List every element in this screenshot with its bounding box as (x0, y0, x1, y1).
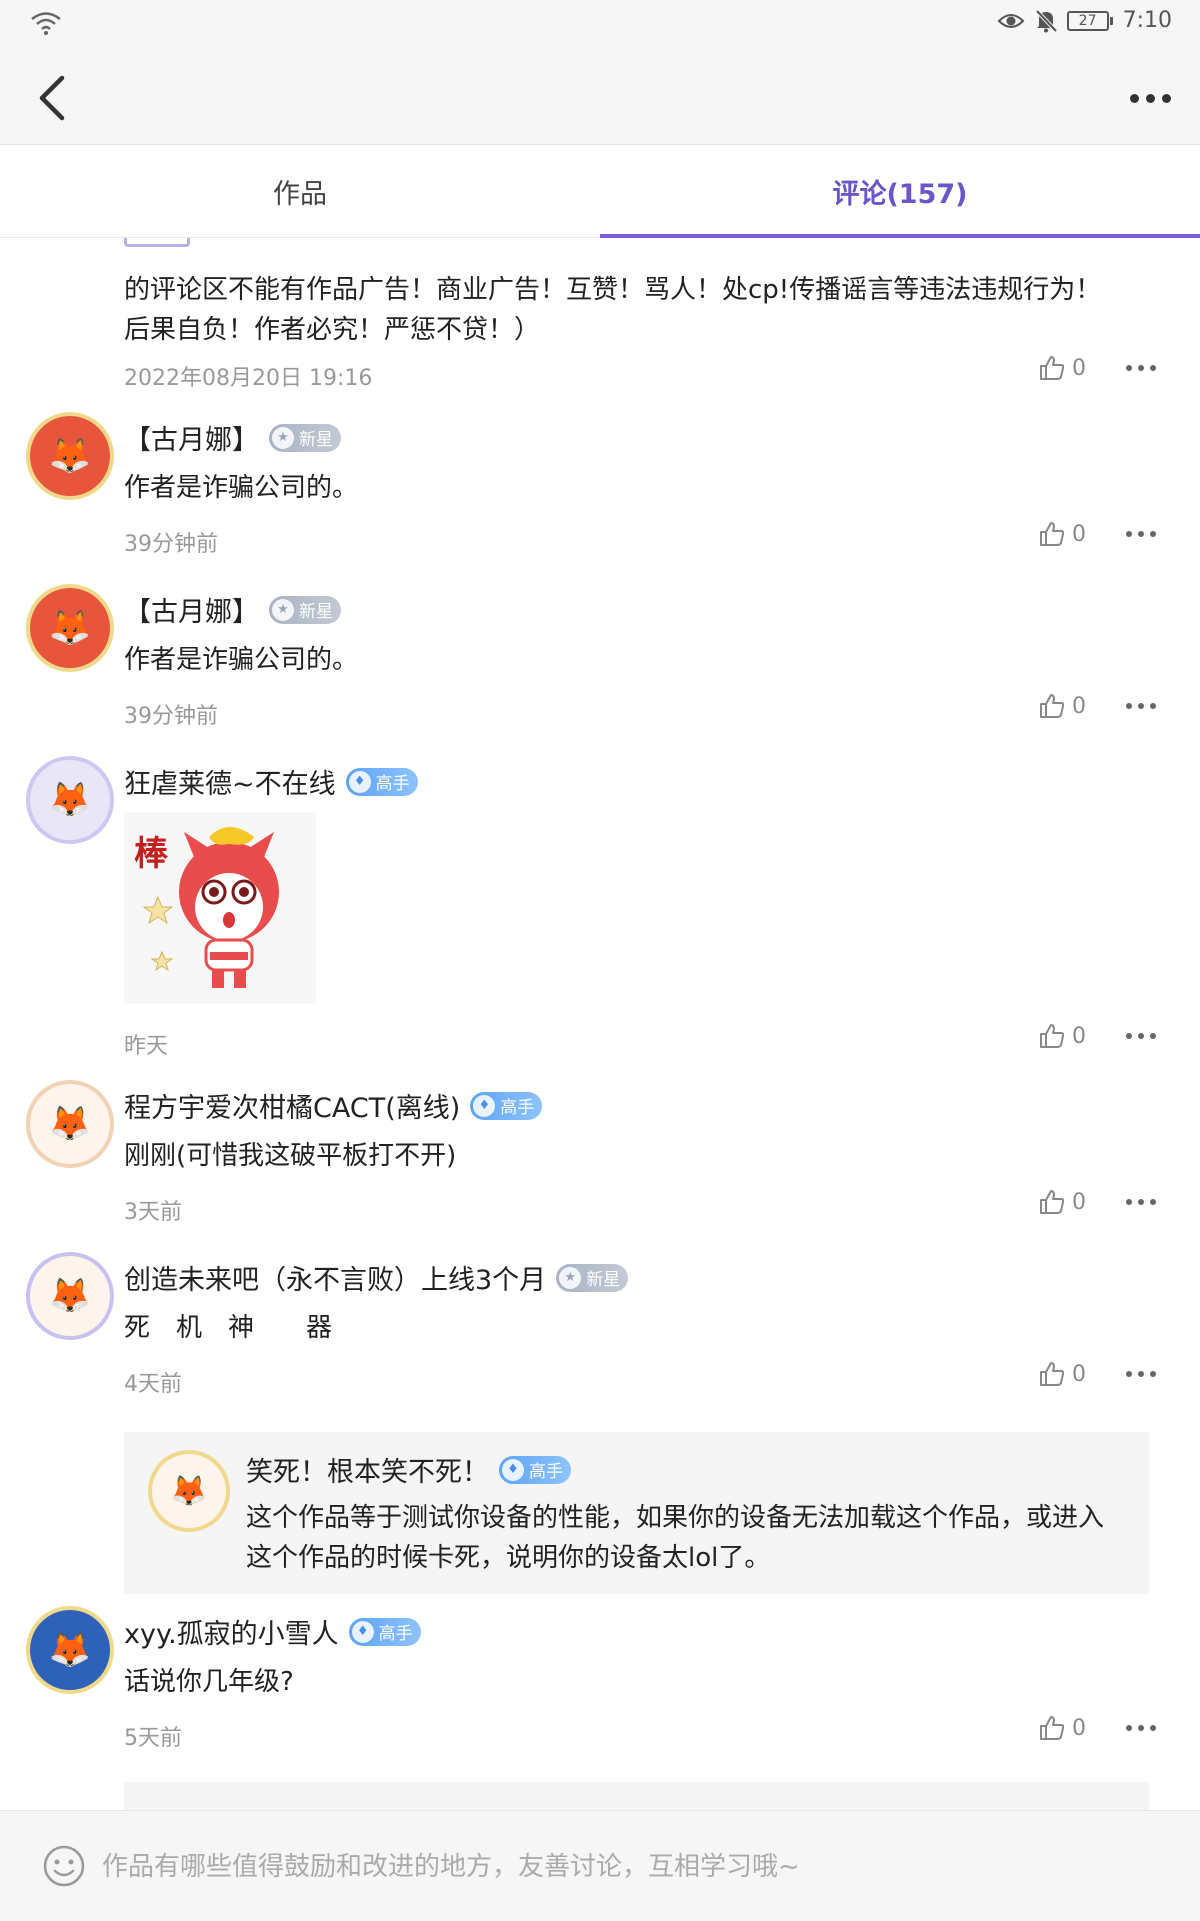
comment-more-button[interactable] (1126, 1365, 1156, 1383)
comment-time: 5天前 (124, 1726, 182, 1751)
username[interactable]: xyy.孤寂的小雪人 (124, 1612, 339, 1651)
thumbs-up-icon (1040, 1190, 1065, 1214)
like-button[interactable]: 0 (1038, 354, 1086, 382)
comment-time: 昨天 (124, 1034, 169, 1059)
sticker-image[interactable]: 棒 (124, 812, 316, 1004)
level-badge: ★ 新星 (269, 595, 341, 624)
comment-list[interactable]: 的评论区不能有作品广告！商业广告！互赞！骂人！处cp!传播谣言等违法违规行为！后… (0, 238, 1200, 1810)
reply-box[interactable]: 🦊 笑死！根本笑不死！ ♦ 高手 这个作品等于测试你设备的性能，如果你的设备无法加… (124, 1432, 1149, 1594)
comment-text: 作者是诈骗公司的。 (124, 473, 359, 503)
comment-time: 39分钟前 (124, 704, 218, 729)
avatar[interactable]: 🦊 (30, 1256, 114, 1340)
like-button[interactable]: 0 (1038, 692, 1086, 720)
reply-text: 这个作品等于测试你设备的性能，如果你的设备无法加载这个作品，或进入这个作品的时候… (246, 1503, 1105, 1573)
comment-item: 🦊 程方宇爱次柑橘CACT(离线) ♦ 高手 刚刚(可惜我这破平板打不开) 3天前… (0, 1084, 1200, 1234)
avatar[interactable]: 🦊 (30, 760, 114, 844)
eye-icon (997, 13, 1025, 28)
level-badge: ♦ 高手 (345, 767, 418, 796)
like-button[interactable]: 0 (1038, 1188, 1086, 1216)
tab-works[interactable]: 作品 (0, 145, 600, 237)
username[interactable]: 狂虐莱德~不在线 (124, 762, 336, 801)
comment-text: 刚刚(可惜我这破平板打不开) (124, 1141, 457, 1171)
level-badge: ♦ 高手 (348, 1617, 421, 1646)
title-bar (0, 50, 1200, 145)
avatar[interactable]: 🦊 (30, 1610, 114, 1694)
comment-more-button[interactable] (1126, 359, 1156, 377)
comment-more-button[interactable] (1126, 525, 1156, 543)
more-icon[interactable] (1120, 80, 1180, 116)
reply-box[interactable] (124, 1782, 1149, 1810)
avatar[interactable]: 🦊 (30, 1084, 114, 1168)
comment-more-button[interactable] (1126, 1719, 1156, 1737)
comment-more-button[interactable] (1126, 697, 1156, 715)
comment-item: 🦊 【古月娜】 ★ 新星 作者是诈骗公司的。 39分钟前 0 (0, 588, 1200, 738)
like-button[interactable]: 0 (1038, 1360, 1086, 1388)
back-arrow-icon[interactable] (28, 70, 78, 126)
reply-username[interactable]: 笑死！根本笑不死！ (246, 1450, 489, 1489)
thumbs-up-icon (1040, 522, 1065, 546)
comment-item: 🦊 【古月娜】 ★ 新星 作者是诈骗公司的。 39分钟前 0 (0, 416, 1200, 566)
mute-bell-icon (1035, 9, 1057, 32)
tab-comments[interactable]: 评论(157) (600, 145, 1200, 238)
comment-text: 作者是诈骗公司的。 (124, 645, 359, 675)
comment-time: 2022年08月20日 19:16 (124, 366, 373, 391)
status-bar: 27 7:10 (0, 0, 1200, 50)
like-button[interactable]: 0 (1038, 1714, 1086, 1742)
comment-text: 的评论区不能有作品广告！商业广告！互赞！骂人！处cp!传播谣言等违法违规行为！后… (124, 275, 1102, 345)
like-button[interactable]: 0 (1038, 520, 1086, 548)
comment-item: 🦊 xyy.孤寂的小雪人 ♦ 高手 话说你几年级? 5天前 0 (0, 1610, 1200, 1760)
like-count: 0 (1072, 355, 1086, 381)
level-badge: ★ 新星 (556, 1263, 629, 1292)
comment-item: 的评论区不能有作品广告！商业广告！互赞！骂人！处cp!传播谣言等违法违规行为！后… (0, 238, 1200, 391)
avatar[interactable]: 🦊 (30, 416, 114, 500)
reply-avatar[interactable]: 🦊 (152, 1454, 228, 1530)
username[interactable]: 【古月娜】 (124, 418, 259, 457)
level-badge: ♦ 高手 (499, 1455, 571, 1484)
like-count: 0 (1072, 1715, 1086, 1741)
wifi-icon (31, 12, 61, 35)
comment-item: 🦊 创造未来吧（永不言败）上线3个月 ★ 新星 死 机 神 器 4天前 0 🦊 笑… (0, 1256, 1200, 1596)
thumbs-up-icon (1040, 1024, 1065, 1048)
clock: 7:10 (1122, 8, 1172, 33)
thumbs-up-icon (1040, 1362, 1065, 1386)
comment-item: 🦊 狂虐莱德~不在线 ♦ 高手 棒 昨天 0 (0, 760, 1200, 1080)
comment-more-button[interactable] (1126, 1027, 1156, 1045)
like-count: 0 (1072, 693, 1086, 719)
comment-text: 话说你几年级? (124, 1667, 294, 1697)
battery-icon: 27 (1066, 10, 1113, 31)
avatar[interactable]: 🦊 (30, 588, 114, 672)
emoji-icon[interactable] (42, 1844, 86, 1888)
thumbs-up-icon (1040, 356, 1065, 380)
like-count: 0 (1072, 1189, 1086, 1215)
level-badge: ♦ 高手 (470, 1091, 543, 1120)
comment-time: 4天前 (124, 1372, 182, 1397)
like-count: 0 (1072, 1361, 1086, 1387)
comment-more-button[interactable] (1126, 1193, 1156, 1211)
thumbs-up-icon (1040, 1716, 1065, 1740)
comment-text: 死 机 神 器 (124, 1313, 333, 1343)
like-button[interactable]: 0 (1038, 1022, 1086, 1050)
sticker-caption: 棒 (134, 834, 168, 874)
comment-time: 3天前 (124, 1200, 182, 1225)
username[interactable]: 【古月娜】 (124, 590, 259, 629)
thumbs-up-icon (1040, 694, 1065, 718)
like-count: 0 (1072, 521, 1086, 547)
battery-level: 27 (1066, 10, 1109, 31)
level-badge: ★ 新星 (269, 423, 341, 452)
like-count: 0 (1072, 1023, 1086, 1049)
username[interactable]: 创造未来吧（永不言败）上线3个月 (124, 1258, 546, 1297)
comment-input-bar (0, 1810, 1200, 1921)
username[interactable]: 程方宇爱次柑橘CACT(离线) (124, 1086, 460, 1125)
comment-time: 39分钟前 (124, 532, 218, 557)
tab-bar: 作品 评论(157) (0, 145, 1200, 238)
comment-input[interactable] (100, 1841, 1164, 1893)
